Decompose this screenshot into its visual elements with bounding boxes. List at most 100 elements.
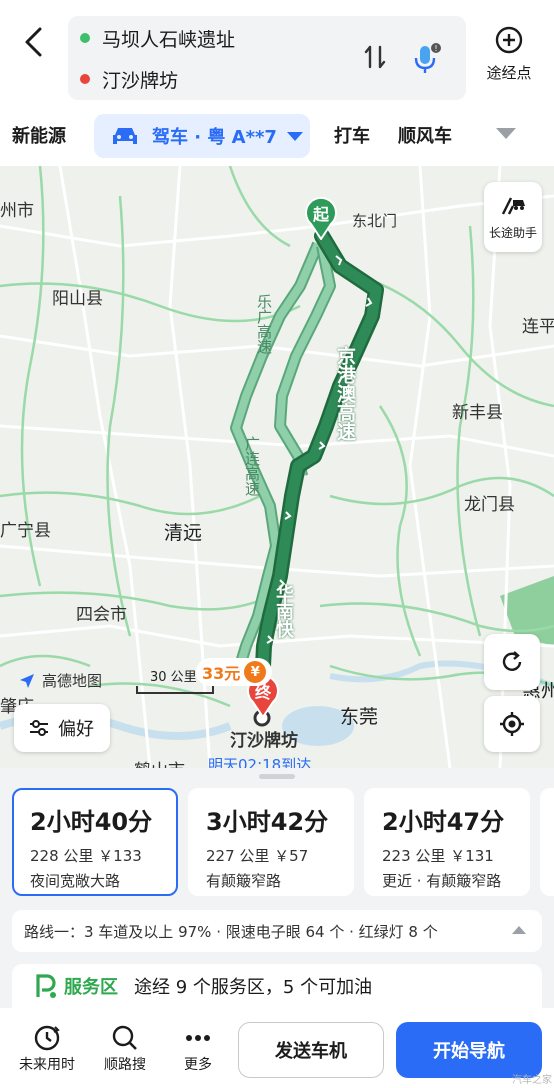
map-label-longmen: 龙门县 [464,495,515,515]
map-label-dongguan: 东莞 [340,706,379,728]
more-dots-icon [186,1035,210,1041]
svg-text:!: ! [434,44,437,53]
start-navigation-button[interactable]: 开始导航 [396,1022,542,1078]
more-button[interactable]: 更多 [170,1022,226,1074]
add-waypoint-button[interactable]: 途经点 [476,26,542,86]
start-navigation-label: 开始导航 [433,1041,505,1062]
send-to-car-label: 发送车机 [275,1041,347,1062]
road-label-le-guang: 乐广高速 [255,294,273,354]
long-trip-label: 长途助手 [488,225,537,240]
map-label-guangning: 广宁县 [0,521,51,541]
refresh-icon [502,651,522,671]
start-marker[interactable]: 起 [304,196,338,241]
end-location: 汀沙牌坊 [102,69,179,92]
map-label-lianping: 连平 [522,317,554,337]
send-to-car-button[interactable]: 发送车机 [238,1022,384,1078]
drive-label: 驾车 · 粤 A**7 [152,127,277,148]
more-label: 更多 [184,1057,212,1073]
service-area-label: 服务区 [64,977,118,998]
back-button[interactable] [16,22,50,62]
plan-tag: 夜间宽敞大路 [30,872,121,890]
back-arrow-icon [25,27,42,57]
road-label-jinggangao: 京港澳高速 [334,346,356,441]
start-field[interactable]: 马坝人石峡遗址 [80,25,235,51]
locate-button[interactable] [484,696,540,752]
plan-distance-cost: 227 公里 ￥57 [206,847,309,865]
navigation-arrow-icon [20,673,34,688]
service-area-row[interactable]: 服务区 途经 9 个服务区，5 个可加油 [12,964,542,1008]
sliders-icon [30,720,48,736]
route-summary[interactable]: 路线一：3 车道及以上 97% · 限速电子眼 64 个 · 红绿灯 8 个 [12,910,542,952]
route-plan-4-peek[interactable] [540,788,554,896]
plan-tag: 更近 · 有颠簸窄路 [382,872,502,890]
tab-hitch[interactable]: 顺风车 [398,122,452,148]
clock-icon [34,1025,60,1051]
transport-mode-tabs: 新能源 驾车 · 粤 A**7 打车 顺风车 [0,104,554,166]
map-label-yangshan: 阳山县 [52,289,103,309]
route-planning-screen: 马坝人石峡遗址 汀沙牌坊 ! 途经点 新能源 驾车 · 粤 A**7 打车 顺风… [0,0,554,1088]
watermark: 汽车之家 [512,1075,552,1086]
route-plan-3[interactable]: 2小时47分 223 公里 ￥131 更近 · 有颠簸窄路 [364,788,530,896]
road-trip-icon [501,196,525,215]
brand-name: 高德地图 [42,672,103,690]
waypoint-label: 途经点 [486,64,532,82]
sheet-drag-handle[interactable] [259,774,295,779]
end-field[interactable]: 汀沙牌坊 [80,66,178,92]
preference-button[interactable]: 偏好 [14,704,110,752]
map-label-xinfeng: 新丰县 [452,403,503,423]
end-dot-icon [80,74,90,84]
long-trip-assistant-button[interactable]: 长途助手 [484,182,542,252]
swap-button[interactable] [360,42,390,72]
start-pin-label: 起 [312,205,329,224]
locate-icon [500,712,524,736]
road-label-huanan: 华南快 [273,584,294,638]
swap-icon [364,45,386,69]
route-summary-text: 路线一：3 车道及以上 97% · 限速电子眼 64 个 · 红绿灯 8 个 [24,922,438,941]
brand-logo: 高德地图 [18,670,102,691]
search-icon [112,1025,137,1050]
scale-bar [136,686,214,694]
bottom-action-bar: 未来用时 顺路搜 更多 发送车机 开始导航 汽车之家 [0,1008,554,1088]
toll-icon: ¥ [244,661,267,683]
future-time-label: 未来用时 [19,1057,75,1073]
map-view[interactable]: 州市 阳山县 连平 新丰县 龙门县 广宁县 清远 四会市 东莞 惠州 肇庆 鹤山… [0,166,554,768]
future-time-button[interactable]: 未来用时 [14,1022,80,1074]
map-label-zhoushi: 州市 [0,201,34,221]
route-input-box: 马坝人石峡遗址 汀沙牌坊 ! [68,16,466,100]
scale-label: 30 公里 [150,670,197,685]
voice-button[interactable]: ! [410,40,444,76]
map-scale: 30 公里 [136,666,214,694]
plan-distance-cost: 223 公里 ￥131 [382,847,494,865]
start-location: 马坝人石峡遗址 [102,28,236,51]
more-modes-chevron-icon[interactable] [496,128,516,139]
eta-label: 明天02:18到达 [208,756,312,768]
plan-time: 2小时47分 [382,808,505,836]
tab-drive[interactable]: 驾车 · 粤 A**7 [94,114,310,158]
add-circle-icon [495,26,523,54]
map-label-qingyuan: 清远 [164,522,203,544]
road-label-guanglian: 广连高速 [243,436,261,496]
refresh-button[interactable] [484,634,540,690]
route-plan-1[interactable]: 2小时40分 228 公里 ￥133 夜间宽敞大路 [12,788,178,896]
chevron-up-icon [512,926,526,934]
preference-label: 偏好 [58,719,94,740]
plan-time: 3小时42分 [206,808,329,836]
plan-time: 2小时40分 [30,808,153,836]
map-label-dongbeimen: 东北门 [352,212,398,230]
tab-taxi[interactable]: 打车 [334,122,370,148]
tab-new-energy[interactable]: 新能源 [12,122,66,148]
car-icon [113,128,137,144]
chevron-down-icon [286,131,303,141]
route-plan-2[interactable]: 3小时42分 227 公里 ￥57 有颠簸窄路 [188,788,354,896]
plan-tag: 有颠簸窄路 [206,872,282,890]
microphone-icon: ! [414,43,441,73]
service-area-text: 途经 9 个服务区，5 个可加油 [134,977,373,998]
route-header: 马坝人石峡遗址 汀沙牌坊 ! 途经点 [0,0,554,104]
start-dot-icon [80,33,90,43]
map-label-destination: 汀沙牌坊 [230,731,298,751]
search-along-label: 顺路搜 [104,1057,146,1073]
map-label-heshan: 鹤山市 [134,756,185,768]
map-label-sihui: 四会市 [76,605,127,625]
plan-distance-cost: 228 公里 ￥133 [30,847,142,865]
search-along-button[interactable]: 顺路搜 [92,1022,158,1074]
